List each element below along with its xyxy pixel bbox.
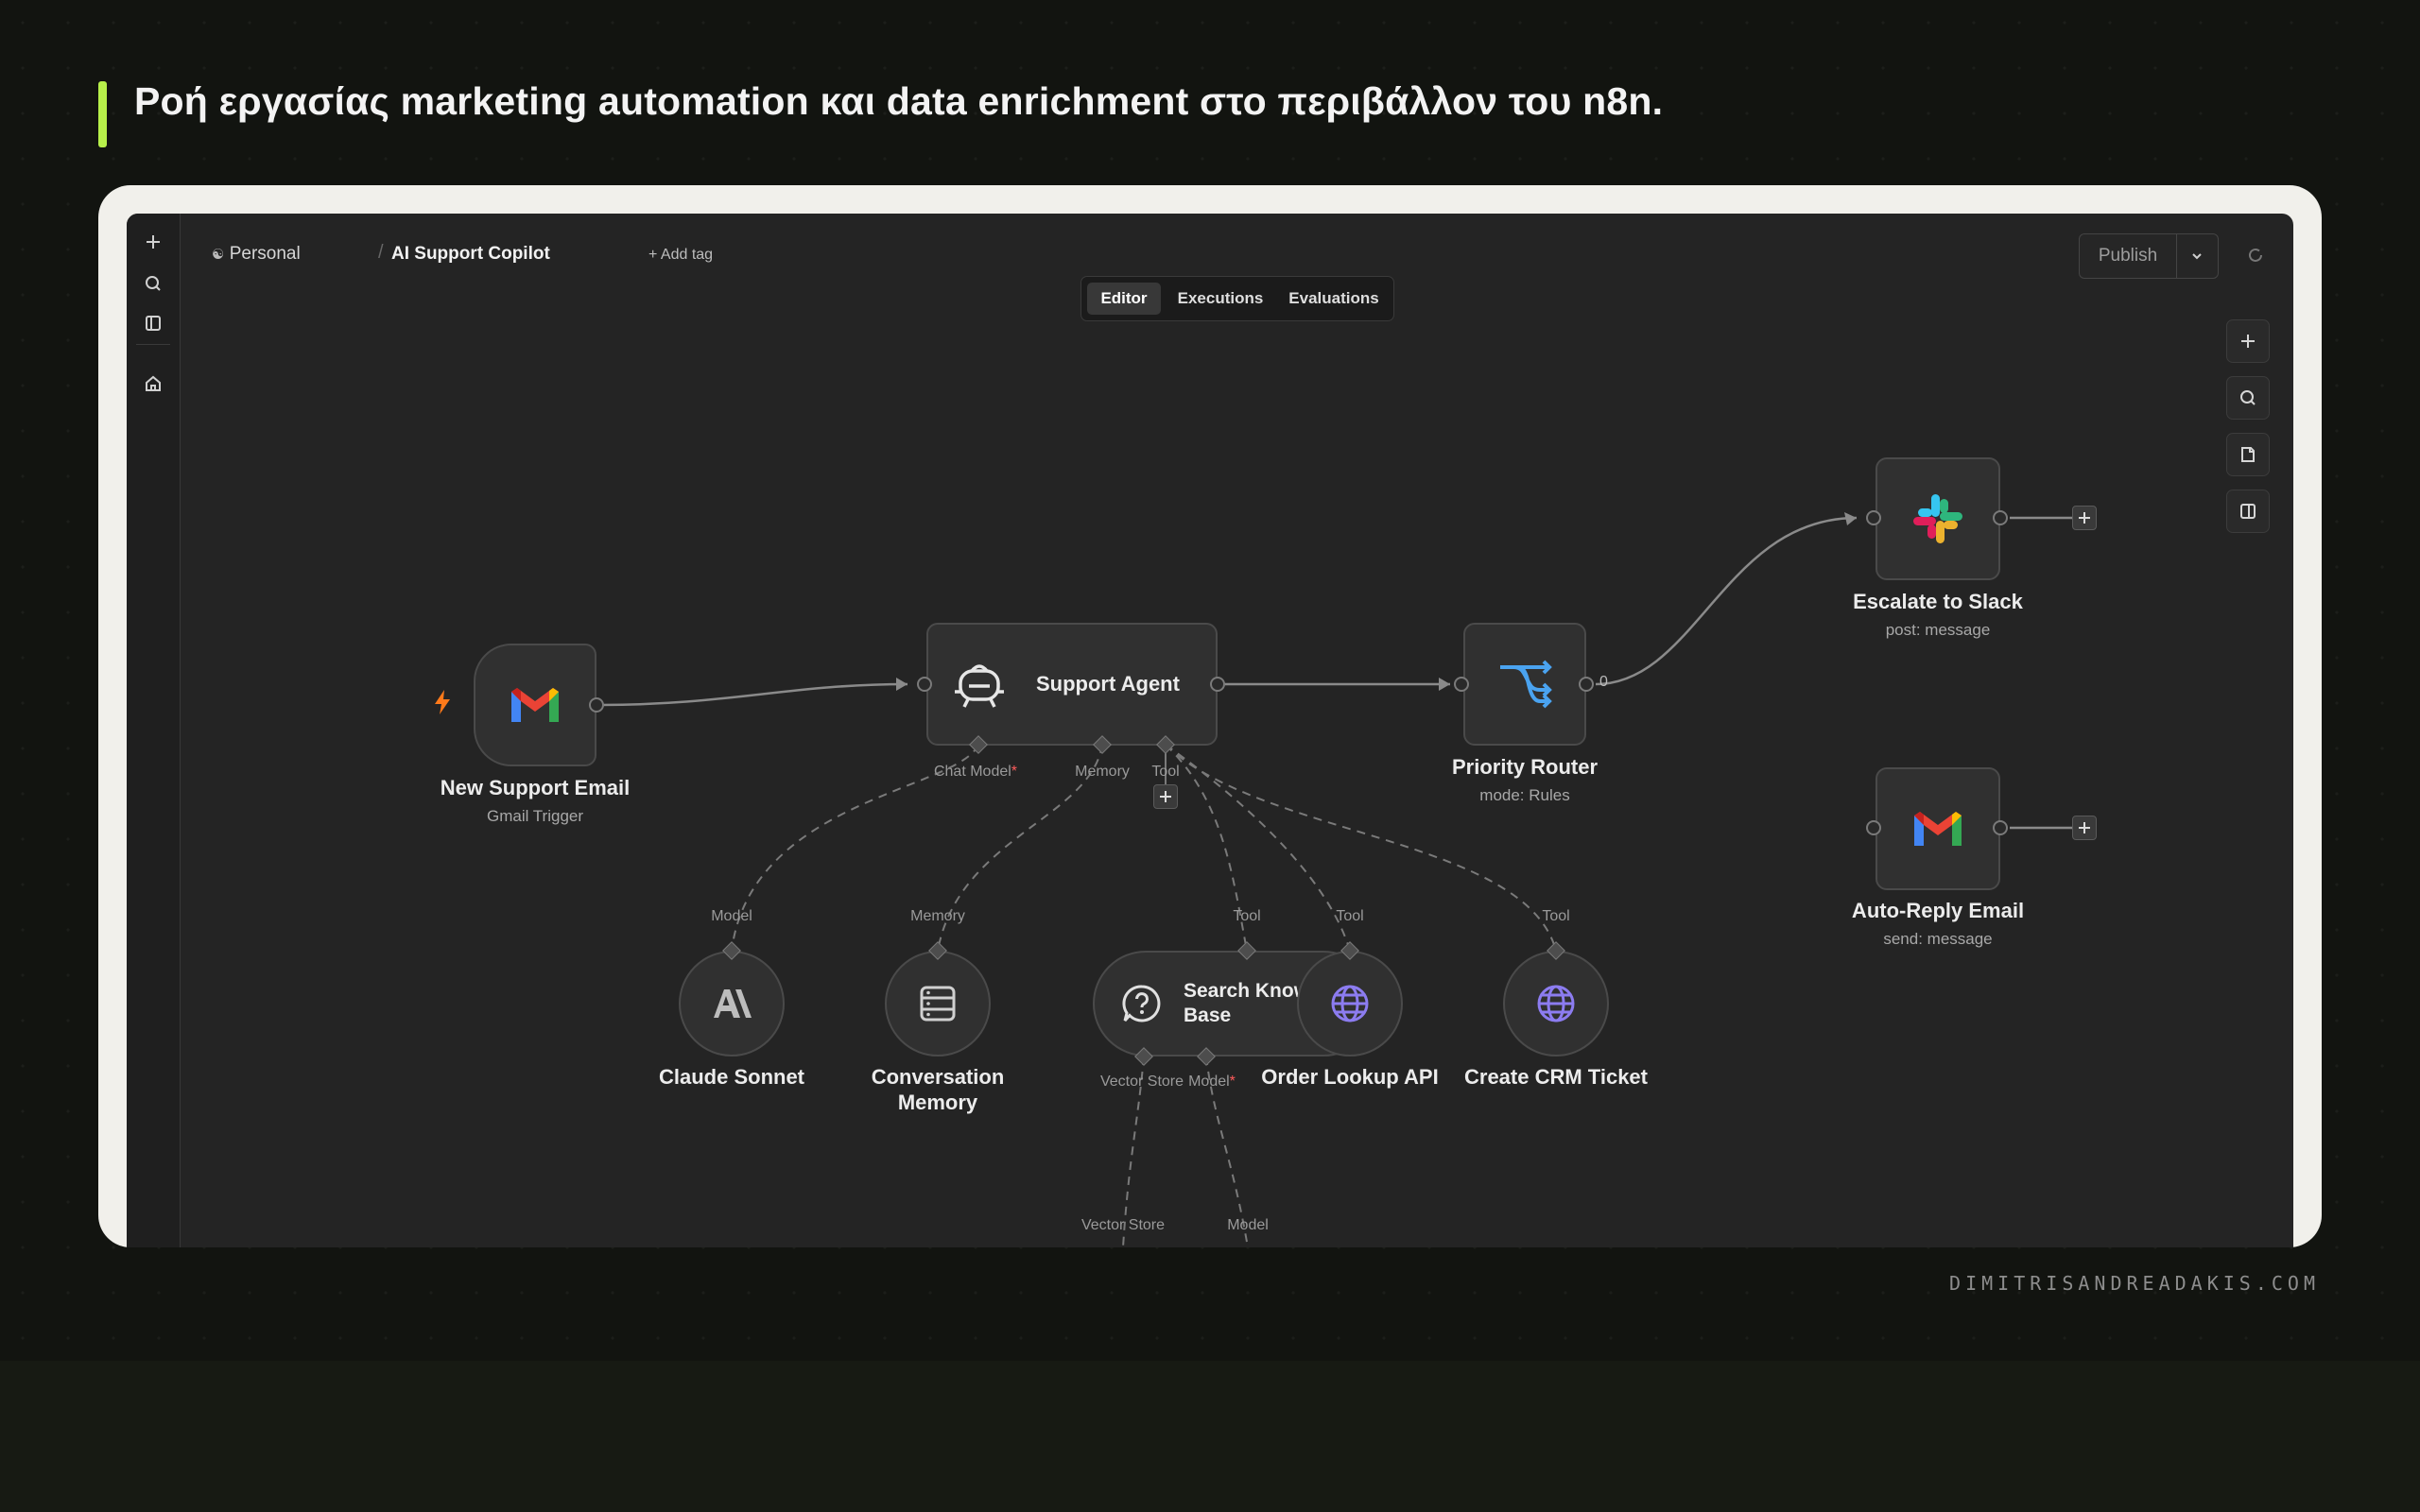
add-after-slack-plus-icon[interactable] — [2072, 506, 2097, 530]
port-label-chat-model: Chat Model* — [933, 764, 1018, 780]
port-label-vector-store: Vector Store — [1099, 1074, 1184, 1090]
add-tool-plus-icon[interactable] — [1153, 784, 1178, 809]
node-title: Conversation Memory — [871, 1065, 1005, 1114]
slack-output-handle[interactable] — [1993, 510, 2008, 525]
refresh-icon[interactable] — [2240, 240, 2271, 270]
wire-router-slack — [1595, 516, 1858, 686]
router-output-handle[interactable] — [1579, 677, 1594, 692]
workflow-name[interactable]: AI Support Copilot — [391, 244, 550, 265]
node-title: Claude Sonnet — [658, 1065, 805, 1089]
add-tag-button[interactable]: + Add tag — [648, 247, 713, 264]
anthropic-icon — [714, 989, 752, 1018]
add-after-reply-plus-icon[interactable] — [2072, 816, 2097, 840]
trigger-output-handle[interactable] — [589, 697, 604, 713]
n8n-editor-window: ☯ Personal / AI Support Copilot + Add ta… — [127, 214, 2293, 1247]
home-icon[interactable] — [138, 369, 168, 399]
node-create-crm-ticket[interactable] — [1503, 951, 1609, 1057]
node-claude-sonnet[interactable] — [679, 951, 785, 1057]
slack-icon — [1913, 494, 1962, 543]
database-icon — [920, 986, 956, 1022]
port-label-memory: Memory — [1075, 764, 1130, 780]
port-label-vector-store-below: Vector Store — [1080, 1217, 1166, 1233]
port-label-tool: Tool — [1336, 908, 1364, 924]
node-title: Create CRM Ticket — [1464, 1065, 1648, 1089]
node-auto-reply-email[interactable] — [1876, 767, 2000, 890]
side-panel-icon[interactable] — [2226, 490, 2270, 533]
node-support-agent[interactable]: Support Agent — [926, 623, 1218, 746]
wire-trigger-agent — [596, 682, 908, 707]
node-escalate-to-slack[interactable] — [1876, 457, 2000, 580]
node-subtitle: Gmail Trigger — [486, 807, 584, 825]
site-footer: DIMITRISANDREADAKIS.COM — [1949, 1272, 2320, 1295]
publish-button-group: Publish — [2079, 233, 2219, 279]
node-priority-router[interactable] — [1463, 623, 1586, 746]
view-tabs: Editor Executions Evaluations — [1080, 276, 1394, 321]
globe-icon — [1331, 985, 1369, 1022]
reply-output-handle[interactable] — [1993, 820, 2008, 835]
node-title: Support Agent — [1036, 672, 1180, 696]
tab-evaluations[interactable]: Evaluations — [1280, 283, 1388, 315]
user-icon: ☯ — [212, 247, 225, 263]
agent-input-handle[interactable] — [917, 677, 932, 692]
gmail-icon — [511, 688, 559, 722]
left-sidebar — [127, 214, 181, 1247]
sidebar-divider — [136, 344, 170, 345]
agent-output-handle[interactable] — [1210, 677, 1225, 692]
port-label-model-below: Model — [1227, 1217, 1269, 1233]
sticky-note-icon[interactable] — [2226, 433, 2270, 476]
chevron-down-icon[interactable] — [2176, 234, 2218, 278]
router-input-handle[interactable] — [1454, 677, 1469, 692]
search-nodes-icon[interactable] — [2226, 376, 2270, 420]
breadcrumb-project[interactable]: ☯ Personal — [212, 244, 301, 265]
breadcrumb-separator: / — [378, 242, 384, 263]
port-label-model: Model — [711, 908, 752, 924]
tab-editor[interactable]: Editor — [1087, 283, 1161, 315]
robot-icon — [955, 664, 1004, 708]
headline-accent-bar — [98, 81, 107, 147]
panel-toggle-icon[interactable] — [138, 308, 168, 338]
tab-executions[interactable]: Executions — [1168, 283, 1272, 315]
node-order-lookup-api[interactable] — [1297, 951, 1403, 1057]
publish-button[interactable]: Publish — [2080, 234, 2177, 278]
add-node-icon[interactable] — [2226, 319, 2270, 363]
node-subtitle: send: message — [1883, 930, 1993, 948]
port-label-tool: Tool — [1151, 764, 1180, 780]
node-subtitle: post: message — [1885, 621, 1991, 639]
node-title: Priority Router — [1451, 755, 1599, 779]
question-icon — [1122, 985, 1161, 1022]
node-title: New Support Email — [440, 776, 631, 799]
node-title: Escalate to Slack — [1853, 590, 2023, 613]
trigger-bolt-icon — [431, 688, 454, 721]
reply-input-handle[interactable] — [1866, 820, 1881, 835]
search-icon[interactable] — [138, 268, 168, 299]
slack-input-handle[interactable] — [1866, 510, 1881, 525]
port-label-model: Model* — [1188, 1074, 1236, 1090]
node-new-support-email[interactable] — [474, 644, 596, 766]
node-title: Auto-Reply Email — [1851, 899, 2025, 922]
port-label-tool: Tool — [1542, 908, 1570, 924]
bottom-band — [0, 1361, 2420, 1512]
port-label-tool: Tool — [1233, 908, 1261, 924]
gmail-icon — [1914, 812, 1962, 846]
router-icon — [1500, 660, 1552, 709]
more-options-icon[interactable] — [2286, 240, 2293, 270]
node-subtitle: mode: Rules — [1479, 786, 1570, 804]
page-headline: Ροή εργασίας marketing automation και da… — [134, 79, 1664, 123]
node-conversation-memory[interactable] — [885, 951, 991, 1057]
globe-icon — [1537, 985, 1575, 1022]
node-title: Order Lookup API — [1261, 1065, 1439, 1089]
router-output-label: 0 — [1599, 674, 1608, 690]
port-label-memory: Memory — [910, 908, 965, 924]
add-icon[interactable] — [138, 227, 168, 257]
